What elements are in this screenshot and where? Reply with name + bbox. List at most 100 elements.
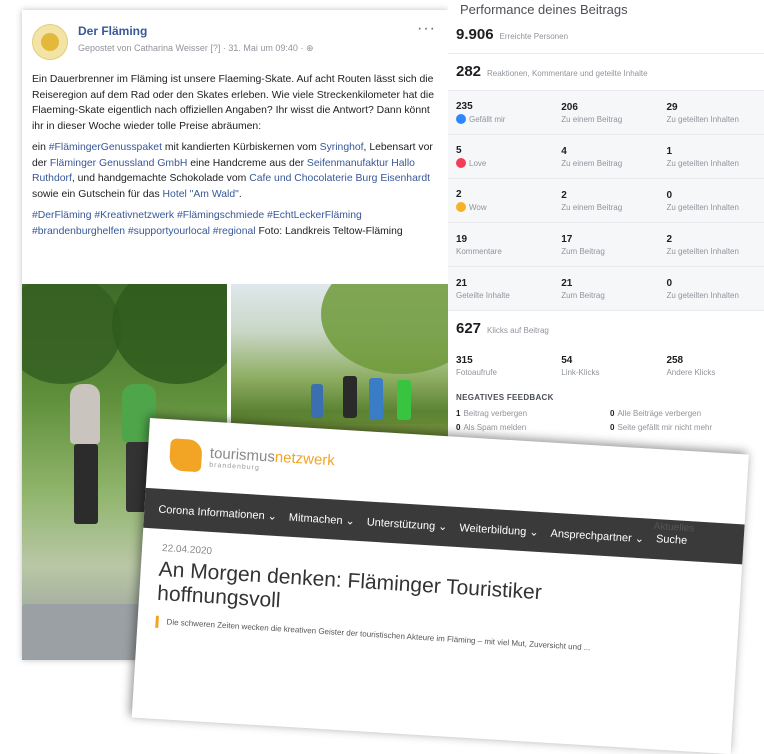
nav-item-suche[interactable]: Suche xyxy=(656,533,688,547)
spam-label: Als Spam melden xyxy=(463,422,527,432)
love-post-count: 4 xyxy=(561,145,567,157)
chevron-down-icon: ⌄ xyxy=(525,525,539,539)
photo-credit: Foto: Landkreis Teltow-Fläming xyxy=(255,225,403,237)
shares-shared-count: 0 xyxy=(666,277,672,289)
nav-label: Unterstützung xyxy=(366,515,436,533)
chevron-down-icon: ⌄ xyxy=(631,532,645,545)
wow-label: Wow xyxy=(469,202,487,212)
engagement-value: 282 xyxy=(456,63,482,80)
logo-mark-icon xyxy=(168,438,203,473)
clicks-breakdown: 315 Fotoaufrufe 54 Link-Klicks 258 Andere K… xyxy=(448,347,764,385)
text-fragment: eine Handcreme aus der xyxy=(187,157,307,169)
shares-post-count: 21 xyxy=(561,277,573,289)
other-clicks-label: Andere Klicks xyxy=(666,368,716,377)
page-name-link[interactable]: Der Fläming xyxy=(78,24,417,38)
wow-shared-count: 0 xyxy=(666,189,672,201)
unlike-count: 0 xyxy=(610,422,615,432)
hashtag-link[interactable]: #FlämingerGenusspaket xyxy=(49,142,162,153)
post-insights-panel: Performance deines Beitrags 9.906 Erreic… xyxy=(448,0,764,470)
post-text: Ein Dauerbrenner im Fläming ist unsere F… xyxy=(22,66,448,239)
nav-label: Weiterbildung xyxy=(459,521,527,538)
like-shared-label: Zu geteilten Inhalten xyxy=(666,114,739,124)
hide-all-count: 0 xyxy=(610,408,615,418)
spam-count: 0 xyxy=(456,422,461,432)
comments-count: 19 xyxy=(456,233,468,245)
reach-label: Erreichte Personen xyxy=(499,32,569,41)
nav-label: Corona Informationen xyxy=(158,503,266,522)
photo-views-label: Fotoaufrufe xyxy=(456,368,497,377)
post-paragraph-3: #DerFläming #Kreativnetzwerk #Flämingsch… xyxy=(32,208,436,239)
reaction-row-like: 235 Gefällt mir 206 Zu einem Beitrag 29 Zu … xyxy=(448,91,764,135)
website-article-screenshot: tourismusnetzwerk brandenburg Aktuelles … xyxy=(131,418,749,754)
engagement-label: Reaktionen, Kommentare und geteilte Inha… xyxy=(487,69,648,78)
page-logo-icon xyxy=(41,33,59,51)
chevron-down-icon: ⌄ xyxy=(434,520,448,533)
comments-post-count: 17 xyxy=(561,233,573,245)
wow-post-label: Zu einem Beitrag xyxy=(561,202,623,212)
link-clicks-count: 54 xyxy=(561,355,573,366)
reaction-row-love: 5 Love 4 Zu einem Beitrag 1 Zu geteilten In… xyxy=(448,135,764,179)
other-clicks-count: 258 xyxy=(666,355,684,366)
hide-all-label: Alle Beiträge verbergen xyxy=(617,408,702,418)
comments-shared-count: 2 xyxy=(666,233,672,245)
like-post-count: 206 xyxy=(561,101,578,113)
post-options-button[interactable]: ··· xyxy=(417,21,436,37)
negative-feedback-title: NEGATIVES FEEDBACK xyxy=(456,393,554,402)
reaction-row-wow: 2 Wow 2 Zu einem Beitrag 0 Zu geteilten Inh… xyxy=(448,179,764,223)
page-link[interactable]: Hotel "Am Wald" xyxy=(163,189,239,200)
love-count: 5 xyxy=(456,145,462,156)
negative-feedback-row: 0 Als Spam melden 0 Seite gefällt mir nich… xyxy=(448,420,764,434)
post-header: Der Fläming Gepostet von Catharina Weiss… xyxy=(22,10,448,66)
post-paragraph-1: Ein Dauerbrenner im Fläming ist unsere F… xyxy=(32,74,434,132)
like-shared-count: 29 xyxy=(666,101,678,113)
text-fragment: . xyxy=(238,188,242,200)
hide-post-count: 1 xyxy=(456,408,461,418)
like-label: Gefällt mir xyxy=(469,114,506,124)
comments-post-label: Zum Beitrag xyxy=(561,246,605,256)
nav-item-mitmachen[interactable]: Mitmachen ⌄ xyxy=(289,510,356,527)
wow-post-count: 2 xyxy=(561,189,567,201)
clicks-value: 627 xyxy=(456,320,482,337)
page-link[interactable]: Cafe und Chocolaterie Burg Eisenhardt xyxy=(249,173,430,184)
text-fragment: ein xyxy=(32,142,49,153)
nav-item-ansprechpartner[interactable]: Ansprechpartner ⌄ xyxy=(550,526,644,545)
post-meta: Gepostet von Catharina Weisser [?] · 31.… xyxy=(78,43,306,53)
shares-count: 21 xyxy=(456,277,468,289)
hide-post-label: Beitrag verbergen xyxy=(463,408,528,418)
text-fragment: sowie ein Gutschein für das xyxy=(32,188,163,200)
engagement-row: 282 Reaktionen, Kommentare und geteilte … xyxy=(448,54,764,91)
globe-icon: ⊕ xyxy=(305,43,314,53)
wow-count: 2 xyxy=(456,189,462,200)
nav-item-unterstuetzung[interactable]: Unterstützung ⌄ xyxy=(366,515,447,533)
comments-row: 19 Kommentare 17 Zum Beitrag 2 Zu geteilten… xyxy=(448,223,764,267)
clicks-label: Klicks auf Beitrag xyxy=(487,326,549,335)
page-avatar[interactable] xyxy=(32,24,68,60)
reach-value: 9.906 xyxy=(456,26,494,43)
text-fragment: mit kandierten Kürbiskernen vom xyxy=(161,142,320,153)
chevron-down-icon: ⌄ xyxy=(342,514,356,528)
link-clicks-label: Link-Klicks xyxy=(561,368,600,377)
chevron-down-icon: ⌄ xyxy=(264,509,278,523)
photo-views-count: 315 xyxy=(456,355,473,366)
shares-post-label: Zum Beitrag xyxy=(561,290,605,300)
negative-feedback-row: 1 Beitrag verbergen 0 Alle Beiträge verber… xyxy=(448,406,764,420)
love-icon xyxy=(456,158,466,168)
love-label: Love xyxy=(469,158,487,168)
page-link[interactable]: Syringhof xyxy=(320,142,364,153)
shares-row: 21 Geteilte Inhalte 21 Zum Beitrag 0 Zu get… xyxy=(448,267,764,311)
wow-icon xyxy=(456,202,466,212)
logo-text-b: netzwerk xyxy=(274,448,336,470)
nav-label: Mitmachen xyxy=(288,511,343,527)
like-count: 235 xyxy=(456,101,473,112)
insights-title: Performance deines Beitrags xyxy=(460,2,628,17)
love-shared-count: 1 xyxy=(666,145,672,157)
page-link[interactable]: Fläminger Genussland GmbH xyxy=(50,158,187,169)
comments-label: Kommentare xyxy=(456,246,502,256)
text-fragment: , und handgemachte Schokolade vom xyxy=(71,173,250,184)
love-post-label: Zu einem Beitrag xyxy=(561,158,623,168)
post-paragraph-2: ein #FlämingerGenusspaket mit kandierten… xyxy=(32,140,436,202)
nav-item-weiterbildung[interactable]: Weiterbildung ⌄ xyxy=(459,521,539,539)
nav-label: Ansprechpartner xyxy=(550,527,633,545)
nav-item-corona[interactable]: Corona Informationen ⌄ xyxy=(158,502,277,522)
comments-shared-label: Zu geteilten Inhalten xyxy=(666,246,739,256)
